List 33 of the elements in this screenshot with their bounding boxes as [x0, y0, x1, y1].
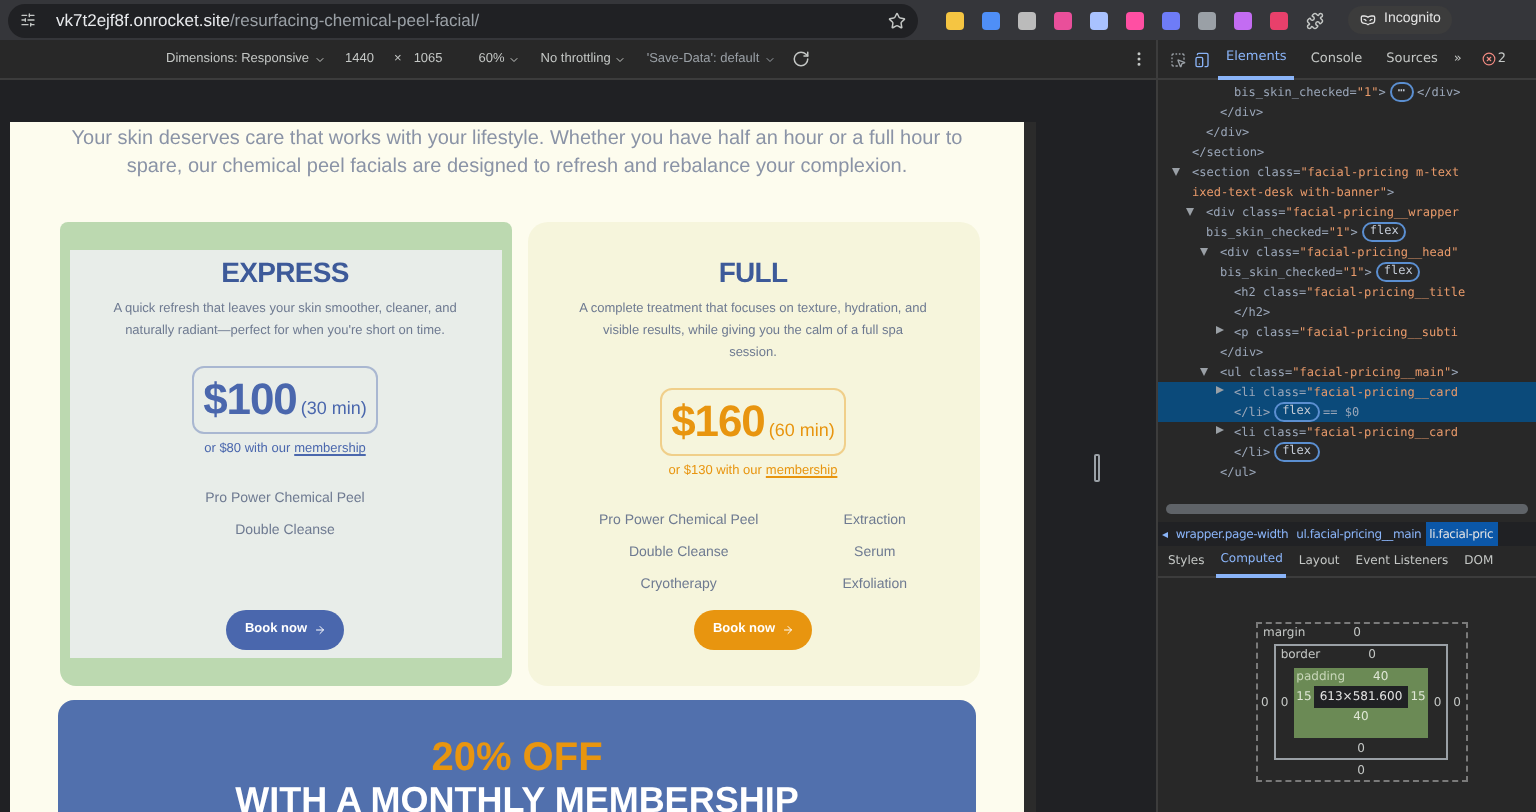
collapse-triangle-icon[interactable] [1216, 426, 1224, 434]
arrow-icon [781, 624, 794, 637]
url-host: vk7t2ejf8f.onrocket.site [56, 7, 230, 33]
incognito-mask-icon [1360, 12, 1376, 28]
duration: (60 min) [768, 418, 835, 444]
url-path: /resurfacing-chemical-peel-facial/ [229, 7, 480, 33]
arrow-icon [313, 624, 326, 637]
discount-heading: 20% OFF [431, 736, 603, 780]
resize-handle[interactable] [1093, 453, 1099, 481]
address-bar[interactable]: vk7t2ejf8f.onrocket.site/resurfacing-chemical-peel-facial/ [8, 3, 918, 37]
error-icon [1481, 52, 1496, 66]
inspect-element-icon[interactable] [1170, 51, 1186, 67]
duration: (30 min) [300, 396, 367, 422]
banner-heading: WITH A MONTHLY MEMBERSHIP [235, 780, 799, 812]
expand-triangle-icon[interactable] [1186, 208, 1194, 216]
collapse-triangle-icon[interactable] [1216, 326, 1224, 334]
caret-icon [614, 53, 627, 65]
caret-icon [763, 53, 776, 65]
extensions-puzzle-icon[interactable] [1306, 11, 1324, 29]
expand-triangle-icon[interactable] [1200, 248, 1208, 256]
caret-icon [313, 53, 326, 65]
device-toggle-icon[interactable] [1194, 51, 1210, 67]
collapse-triangle-icon[interactable] [1216, 386, 1224, 394]
expand-triangle-icon[interactable] [1172, 168, 1180, 176]
site-info-icon[interactable] [20, 12, 36, 28]
rotate-icon[interactable] [791, 50, 810, 68]
price: $100 [203, 372, 297, 428]
card-title: FULL [718, 254, 788, 290]
card-title: EXPRESS [221, 254, 349, 290]
intro-paragraph: Your skin deserves care that works with your lifestyle. Whether you have half an hour or a full hour to spare, our chemical peel facials are designed to refresh and rebalance your complexion. [69, 126, 965, 182]
caret-icon [508, 53, 521, 65]
price: $160 [671, 394, 765, 450]
bookmark-star-icon[interactable] [888, 11, 906, 29]
